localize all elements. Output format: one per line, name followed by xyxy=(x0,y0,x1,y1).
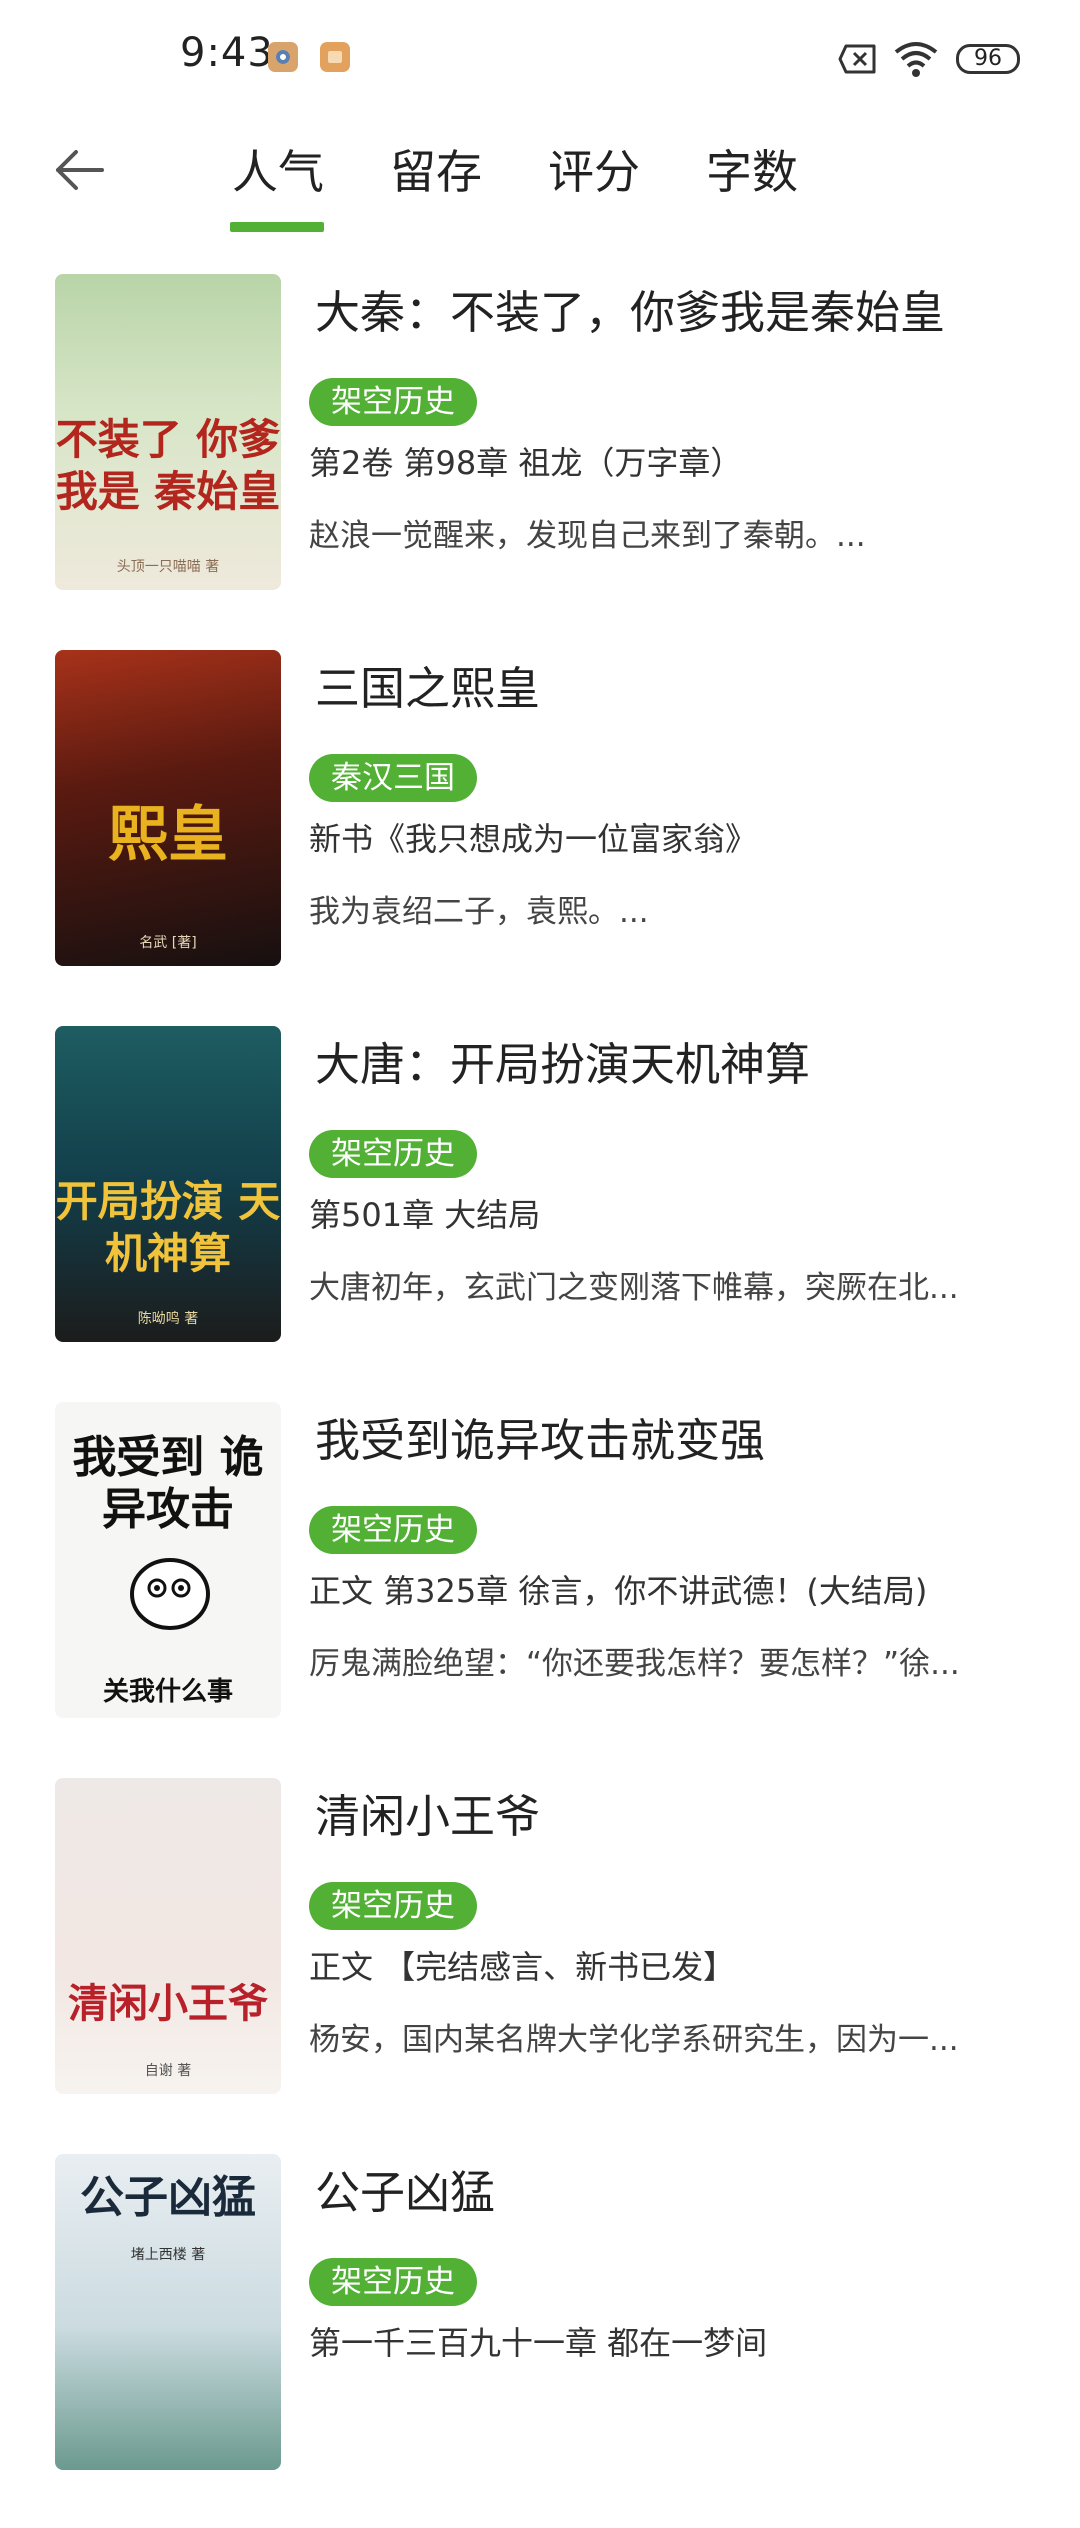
cover-title-art: 我受到 诡异攻击 xyxy=(72,1432,264,1535)
book-title[interactable]: 大唐：开局扮演天机神算 xyxy=(315,1028,810,1093)
book-title[interactable]: 我受到诡异攻击就变强 xyxy=(315,1404,765,1469)
header: 人气 留存 评分 字数 xyxy=(0,118,1080,238)
book-summary: 我为袁绍二子，袁熙。... xyxy=(309,894,649,930)
cover-author-art: 关我什么事 xyxy=(102,1677,233,1707)
cartoon-face-icon xyxy=(130,1558,210,1630)
latest-chapter: 第501章 大结局 xyxy=(309,1196,541,1234)
wifi-icon xyxy=(894,42,938,77)
book-cover[interactable]: 开局扮演 天机神算 陈呦鸣 著 xyxy=(55,1026,281,1342)
book-summary: 杨安，国内某名牌大学化学系研究生，因为一... xyxy=(309,2022,959,2058)
active-tab-indicator xyxy=(230,222,324,232)
book-summary: 厉鬼满脸绝望：“你还要我怎样？要怎样？”徐... xyxy=(309,1646,960,1682)
cover-author-art: 自谢 著 xyxy=(144,2063,192,2079)
genre-badge: 架空历史 xyxy=(309,1882,477,1930)
tab-popularity[interactable]: 人气 xyxy=(232,136,324,202)
cover-author-art: 名武 [著] xyxy=(139,935,197,951)
tab-word-count[interactable]: 字数 xyxy=(706,136,798,202)
genre-badge: 架空历史 xyxy=(309,378,477,426)
cover-author-art: 头顶一只喵喵 著 xyxy=(116,559,220,575)
cover-title-art: 开局扮演 天机神算 xyxy=(55,1177,281,1278)
book-list-item[interactable]: 开局扮演 天机神算 陈呦鸣 著 大唐：开局扮演天机神算 架空历史 第501章 大… xyxy=(0,1024,1080,1400)
cover-title-art: 不装了 你爹我是 秦始皇 xyxy=(55,415,281,516)
tab-retention[interactable]: 留存 xyxy=(390,136,482,202)
tab-rating[interactable]: 评分 xyxy=(548,136,640,202)
book-title[interactable]: 清闲小王爷 xyxy=(315,1780,540,1845)
book-cover[interactable]: 公子凶猛 堵上西楼 著 xyxy=(55,2154,281,2470)
latest-chapter: 第2卷 第98章 祖龙（万字章） xyxy=(309,444,743,482)
book-list-item[interactable]: 公子凶猛 堵上西楼 著 公子凶猛 架空历史 第一千三百九十一章 都在一梦间 xyxy=(0,2152,1080,2528)
no-sim-icon xyxy=(838,44,876,74)
genre-badge: 架空历史 xyxy=(309,2258,477,2306)
book-list: 不装了 你爹我是 秦始皇 头顶一只喵喵 著 大秦：不装了，你爹我是秦始皇 架空历… xyxy=(0,272,1080,2528)
book-cover[interactable]: 不装了 你爹我是 秦始皇 头顶一只喵喵 著 xyxy=(55,274,281,590)
cover-title-art: 熙皇 xyxy=(108,800,228,870)
book-cover[interactable]: 熙皇 名武 [著] xyxy=(55,650,281,966)
book-list-item[interactable]: 不装了 你爹我是 秦始皇 头顶一只喵喵 著 大秦：不装了，你爹我是秦始皇 架空历… xyxy=(0,272,1080,648)
book-title[interactable]: 三国之熙皇 xyxy=(315,652,540,717)
latest-chapter: 第一千三百九十一章 都在一梦间 xyxy=(309,2324,768,2362)
cover-author-art: 陈呦鸣 著 xyxy=(137,1311,199,1327)
latest-chapter: 正文 【完结感言、新书已发】 xyxy=(309,1948,736,1986)
notification-app-icon xyxy=(268,42,298,72)
book-title[interactable]: 公子凶猛 xyxy=(315,2156,495,2221)
book-summary: 赵浪一觉醒来，发现自己来到了秦朝。... xyxy=(309,518,866,554)
book-list-item[interactable]: 清闲小王爷 自谢 著 清闲小王爷 架空历史 正文 【完结感言、新书已发】 杨安，… xyxy=(0,1776,1080,2152)
book-cover[interactable]: 我受到 诡异攻击 关我什么事 xyxy=(55,1402,281,1718)
genre-badge: 架空历史 xyxy=(309,1130,477,1178)
book-title[interactable]: 大秦：不装了，你爹我是秦始皇 xyxy=(315,276,945,341)
notification-shop-icon xyxy=(320,42,350,72)
latest-chapter: 新书《我只想成为一位富家翁》 xyxy=(309,820,758,858)
book-list-item[interactable]: 我受到 诡异攻击 关我什么事 我受到诡异攻击就变强 架空历史 正文 第325章 … xyxy=(0,1400,1080,1776)
latest-chapter: 正文 第325章 徐言，你不讲武德！(大结局) xyxy=(309,1572,928,1610)
cover-title-art: 公子凶猛 xyxy=(80,2172,256,2223)
book-list-item[interactable]: 熙皇 名武 [著] 三国之熙皇 秦汉三国 新书《我只想成为一位富家翁》 我为袁绍… xyxy=(0,648,1080,1024)
cover-title-art: 清闲小王爷 xyxy=(68,1980,268,2027)
arrow-left-icon[interactable] xyxy=(50,140,110,200)
cover-author-art: 堵上西楼 著 xyxy=(130,2247,206,2263)
book-summary: 大唐初年，玄武门之变刚落下帷幕，突厥在北... xyxy=(309,1270,959,1306)
genre-badge: 秦汉三国 xyxy=(309,754,477,802)
book-cover[interactable]: 清闲小王爷 自谢 著 xyxy=(55,1778,281,2094)
status-time: 9:43 xyxy=(180,30,274,76)
status-bar: 9:43 96 xyxy=(0,0,1080,118)
battery-icon: 96 xyxy=(956,44,1020,74)
genre-badge: 架空历史 xyxy=(309,1506,477,1554)
